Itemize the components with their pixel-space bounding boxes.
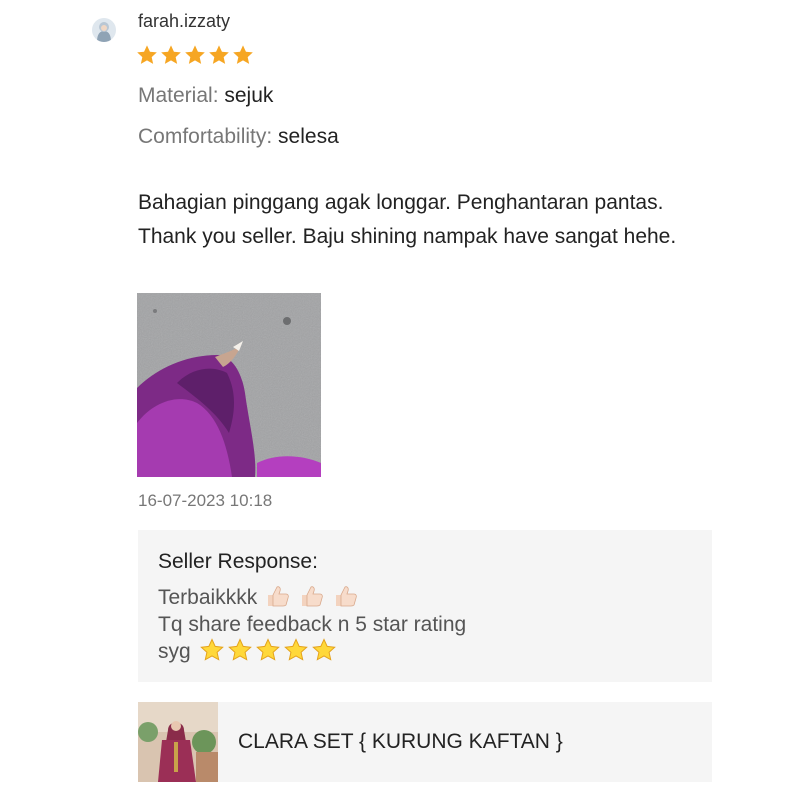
product-name[interactable]: CLARA SET { KURUNG KAFTAN } xyxy=(238,730,563,754)
star-icon xyxy=(137,45,157,64)
product-link-card[interactable]: CLARA SET { KURUNG KAFTAN } xyxy=(138,702,712,782)
material-label: Material: xyxy=(138,84,219,107)
star-emoji-icon xyxy=(227,638,252,661)
star-emoji-icon xyxy=(283,638,308,661)
seller-response-title: Seller Response: xyxy=(158,550,318,573)
seller-response-panel: Seller Response: Terbaikkkk Tq share fee… xyxy=(138,530,712,682)
thumbs-up-icon xyxy=(301,586,323,607)
seller-response-line-1: Terbaikkkk xyxy=(158,584,359,611)
star-icon xyxy=(161,45,181,64)
comfortability-attribute: Comfortability: selesa xyxy=(138,125,339,149)
comfortability-label: Comfortability: xyxy=(138,125,273,148)
star-icon xyxy=(209,45,229,64)
reviewer-username[interactable]: farah.izzaty xyxy=(138,11,230,32)
star-emoji-icon xyxy=(255,638,280,661)
comfortability-value: selesa xyxy=(278,125,339,148)
review-photo[interactable] xyxy=(137,293,321,477)
review-timestamp: 16-07-2023 10:18 xyxy=(138,491,273,510)
star-rating xyxy=(136,44,254,66)
star-emoji-icon xyxy=(199,638,224,661)
star-emoji-icon xyxy=(311,638,336,661)
star-icon xyxy=(233,45,253,64)
thumbs-up-icon xyxy=(335,586,357,607)
review-text: Bahagian pinggang agak longgar. Penghant… xyxy=(138,191,677,248)
product-thumbnail[interactable] xyxy=(138,702,218,782)
material-attribute: Material: sejuk xyxy=(138,84,273,108)
material-value: sejuk xyxy=(224,84,274,107)
star-icon xyxy=(185,45,205,64)
seller-response-line-2: Tq share feedback n 5 star rating xyxy=(158,613,467,636)
seller-response-text-1: Terbaikkkk xyxy=(158,586,258,609)
thumbs-up-icon xyxy=(268,586,289,607)
seller-response-line-3: syg xyxy=(158,638,337,665)
user-avatar[interactable] xyxy=(92,18,116,42)
seller-response-text-3: syg xyxy=(158,640,191,663)
